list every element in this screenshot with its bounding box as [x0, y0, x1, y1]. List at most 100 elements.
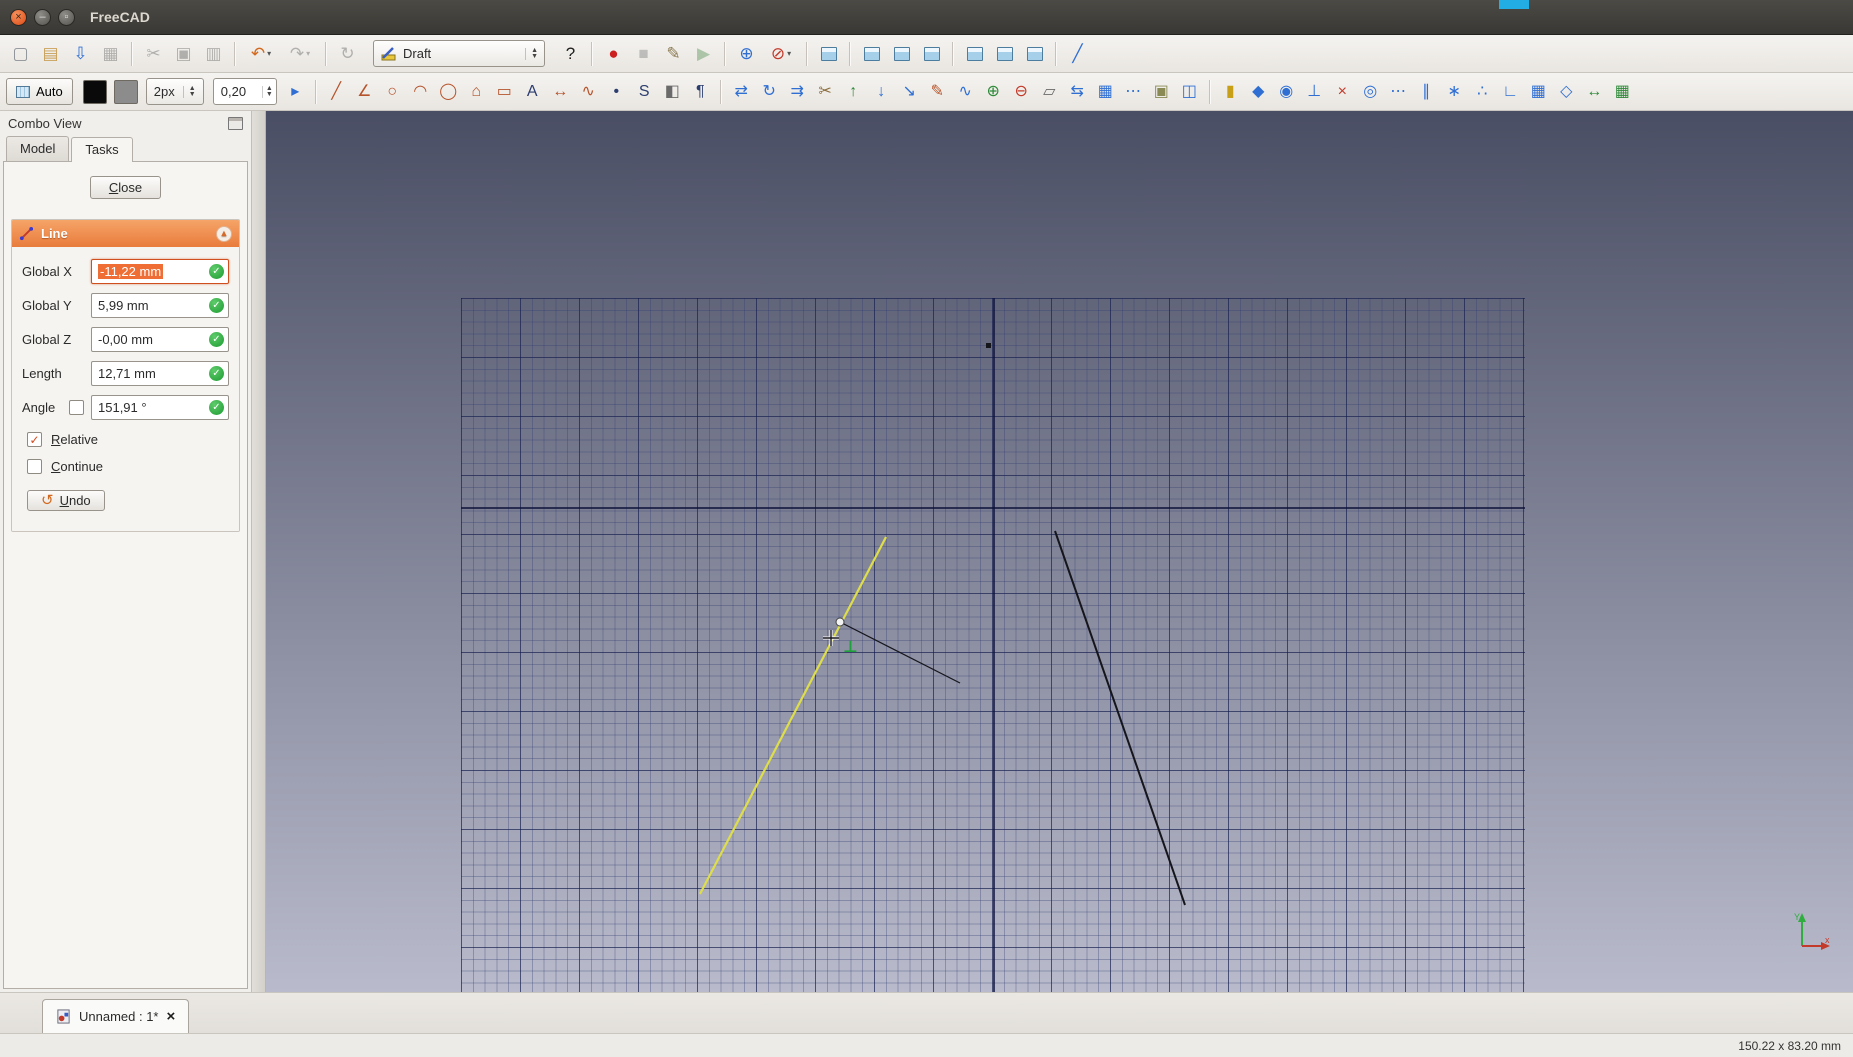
draft-arc-icon[interactable]: ◠▾ [407, 78, 434, 106]
document-close-icon[interactable]: × [167, 1009, 176, 1024]
draft-point-icon[interactable]: •▾ [603, 78, 630, 106]
toggle-grid-icon[interactable]: ▦▾ [1609, 78, 1636, 106]
snap-special-icon[interactable]: ∗▾ [1441, 78, 1468, 106]
draft-circle-icon[interactable]: ○▾ [379, 78, 406, 106]
snap-near-icon[interactable]: ∴▾ [1469, 78, 1496, 106]
measure-distance-icon[interactable]: ╱▾ [1063, 40, 1092, 68]
line-width-selector[interactable]: 2px ▲ ▼ [145, 78, 204, 105]
view-top-icon[interactable]: ▾ [887, 40, 916, 68]
paste-icon[interactable]: ▥▾ [199, 40, 228, 68]
draft-upgrade-icon[interactable]: ↑▾ [840, 78, 867, 106]
combo-spinner-icon[interactable]: ▲ ▼ [525, 47, 541, 60]
collapse-task-icon[interactable]: ▲ [216, 225, 232, 242]
draft-scale-icon[interactable]: ↘▾ [896, 78, 923, 106]
panel-splitter[interactable] [252, 111, 266, 992]
view-left-icon[interactable]: ▾ [1020, 40, 1049, 68]
view-front-icon[interactable]: ▾ [857, 40, 886, 68]
draft-edit-icon[interactable]: ✎▾ [924, 78, 951, 106]
draft-ellipse-icon[interactable]: ◯▾ [435, 78, 462, 106]
draft-dimension-icon[interactable]: ↔▾ [547, 78, 574, 106]
viewport-3d[interactable]: ⊥ Y x [266, 111, 1853, 992]
draft-facebinder-icon[interactable]: ◧▾ [659, 78, 686, 106]
dropdown-chevron-icon[interactable]: ▾ [267, 49, 271, 58]
snap-grid-icon[interactable]: ▦▾ [1525, 78, 1552, 106]
refresh-icon[interactable]: ↻▾ [333, 40, 362, 68]
combo-spinner-icon[interactable]: ▲ ▼ [182, 85, 199, 98]
global-z-input[interactable]: -0,00 mm ✓ [91, 327, 229, 352]
snap-working-plane-icon[interactable]: ◇▾ [1553, 78, 1580, 106]
draft-delpoint-icon[interactable]: ⊖▾ [1008, 78, 1035, 106]
snap-ortho-icon[interactable]: ∟▾ [1497, 78, 1524, 106]
draft-clone-icon[interactable]: ▣▾ [1148, 78, 1175, 106]
snap-endpoint-icon[interactable]: ◆▾ [1245, 78, 1272, 106]
macro-play-icon[interactable]: ▶▾ [689, 40, 718, 68]
draft-shapestring-icon[interactable]: S▾ [631, 78, 658, 106]
snap-lock-icon[interactable]: ▮▾ [1217, 78, 1244, 106]
cut-icon[interactable]: ✂▾ [139, 40, 168, 68]
snap-center-icon[interactable]: ◎▾ [1357, 78, 1384, 106]
draft-text-icon[interactable]: A▾ [519, 78, 546, 106]
draft-draft2sketch-icon[interactable]: ⇆▾ [1064, 78, 1091, 106]
global-y-input[interactable]: 5,99 mm ✓ [91, 293, 229, 318]
view-right-icon[interactable]: ▾ [917, 40, 946, 68]
workbench-selector[interactable]: Draft ▲ ▼ [373, 40, 545, 67]
global-x-input[interactable]: -11,22 mm ✓ [91, 259, 229, 284]
open-document-icon[interactable]: ▤▾ [36, 40, 65, 68]
tab-tasks[interactable]: Tasks [71, 137, 133, 162]
view-isometric-icon[interactable]: ▾ [814, 40, 843, 68]
undo-icon[interactable]: ↶ ▾ [242, 40, 280, 68]
draft-line-in-progress[interactable] [699, 536, 887, 895]
dock-panel-icon[interactable] [228, 117, 243, 130]
redo-icon[interactable]: ↷ ▾ [281, 40, 319, 68]
draft-rectangle-icon[interactable]: ▭▾ [491, 78, 518, 106]
new-document-icon[interactable]: ▢▾ [6, 40, 35, 68]
copy-icon[interactable]: ▣▾ [169, 40, 198, 68]
snap-parallel-icon[interactable]: ∥▾ [1413, 78, 1440, 106]
draft-rotate-icon[interactable]: ↻▾ [756, 78, 783, 106]
window-maximize-button[interactable]: ▫ [58, 8, 75, 26]
save-icon[interactable]: ⇩▾ [66, 40, 95, 68]
draw-style-icon[interactable]: ⊘ ▾ [762, 40, 800, 68]
draft-mirror-icon[interactable]: ◫▾ [1176, 78, 1203, 106]
dropdown-chevron-icon[interactable]: ▾ [787, 49, 791, 58]
draft-wire2bspline-icon[interactable]: ∿▾ [952, 78, 979, 106]
draft-label-icon[interactable]: ¶▾ [687, 78, 714, 106]
angle-lock-checkbox[interactable]: ✓ [69, 400, 84, 415]
draft-downgrade-icon[interactable]: ↓▾ [868, 78, 895, 106]
snap-angle-icon[interactable]: ×▾ [1329, 78, 1356, 106]
undo-button[interactable]: ↺ Undo [27, 490, 105, 511]
macro-edit-icon[interactable]: ✎▾ [659, 40, 688, 68]
draft-line-icon[interactable]: ╱▾ [323, 78, 350, 106]
print-icon[interactable]: ▦▾ [96, 40, 125, 68]
line-color-swatch[interactable] [82, 79, 107, 104]
draft-bspline-icon[interactable]: ∿▾ [575, 78, 602, 106]
tab-model[interactable]: Model [6, 136, 70, 161]
snap-dimensions-icon[interactable]: ↔▾ [1581, 78, 1608, 106]
draft-wire-icon[interactable]: ∠▾ [351, 78, 378, 106]
draft-line-black-short[interactable] [839, 621, 961, 684]
line-task-header[interactable]: Line ▲ [12, 220, 239, 247]
text-scale-spinbox[interactable]: 0,20 ▲ ▼ [212, 78, 277, 105]
snap-midpoint-icon[interactable]: ◉▾ [1273, 78, 1300, 106]
whats-this-icon[interactable]: ?▾ [556, 40, 585, 68]
snap-perpendicular-icon[interactable]: ⊥▾ [1301, 78, 1328, 106]
continue-checkbox[interactable]: ✓ [27, 459, 42, 474]
snap-extension-icon[interactable]: ⋯▾ [1385, 78, 1412, 106]
apply-style-icon[interactable]: ▸▾ [282, 78, 309, 106]
draft-polygon-icon[interactable]: ⌂▾ [463, 78, 490, 106]
dropdown-chevron-icon[interactable]: ▾ [306, 49, 310, 58]
macro-stop-icon[interactable]: ■▾ [629, 40, 658, 68]
close-task-button[interactable]: Close [89, 176, 162, 199]
draft-shape2dview-icon[interactable]: ▱▾ [1036, 78, 1063, 106]
spinbox-arrows-icon[interactable]: ▲ ▼ [261, 85, 276, 98]
view-rear-icon[interactable]: ▾ [960, 40, 989, 68]
draft-patharray-icon[interactable]: ⋯▾ [1120, 78, 1147, 106]
length-input[interactable]: 12,71 mm ✓ [91, 361, 229, 386]
view-bottom-icon[interactable]: ▾ [990, 40, 1019, 68]
zoom-box-icon[interactable]: ⊕▾ [732, 40, 761, 68]
draft-trimex-icon[interactable]: ✂▾ [812, 78, 839, 106]
macro-record-icon[interactable]: ●▾ [599, 40, 628, 68]
origin-point-marker[interactable] [986, 343, 991, 348]
relative-checkbox[interactable]: ✓ [27, 432, 42, 447]
face-color-swatch[interactable] [113, 79, 138, 104]
